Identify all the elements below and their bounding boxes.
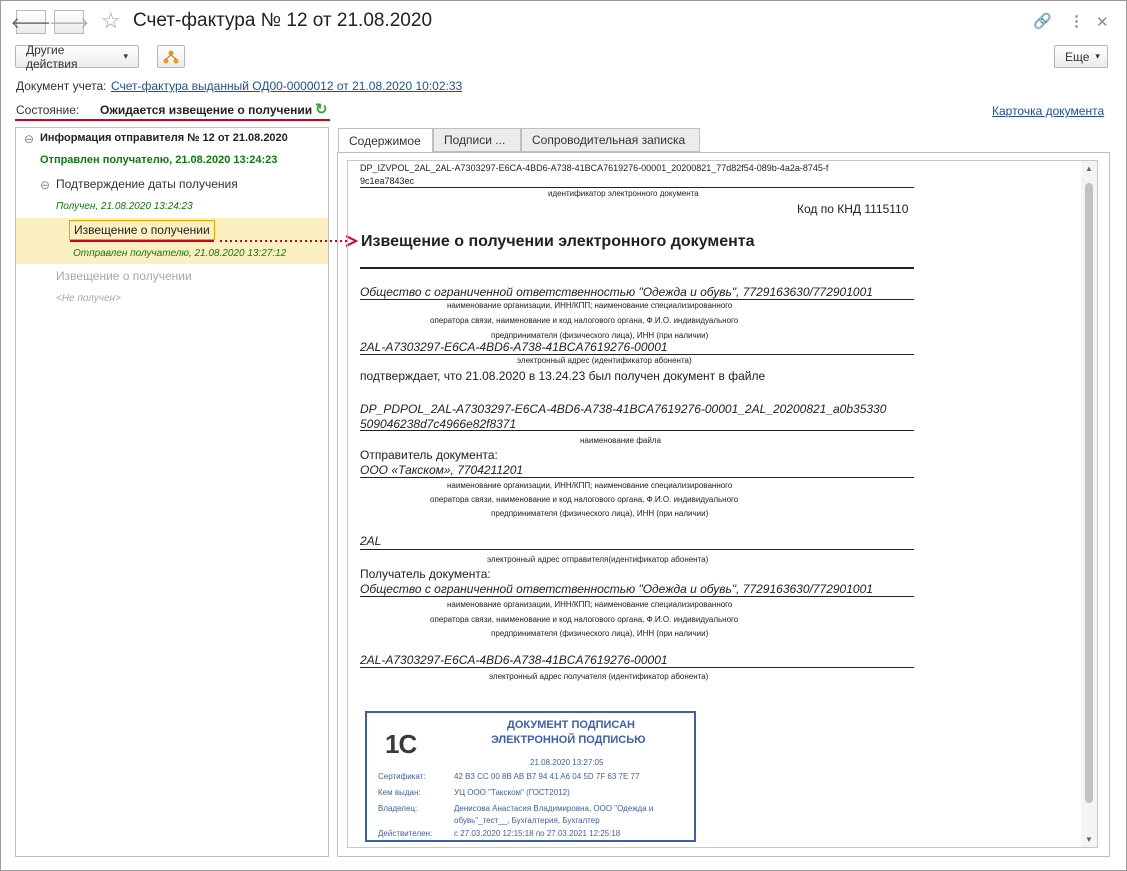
scroll-down-icon[interactable]: ▼ bbox=[1085, 835, 1093, 844]
recipient-caption-2: оператора связи, наименование и код нало… bbox=[430, 615, 739, 624]
file-name-1: DP_PDPOL_2AL-A7303297-E6CA-4BD6-A738-41B… bbox=[360, 402, 887, 416]
collapse-icon[interactable]: ⊖ bbox=[40, 178, 50, 192]
divider bbox=[360, 667, 914, 668]
tree-notice-selected-status: Отправлен получателю, 21.08.2020 13:27:1… bbox=[73, 248, 287, 259]
org-caption-2: оператора связи, наименование и код нало… bbox=[430, 316, 739, 325]
sender-label: Отправитель документа: bbox=[360, 448, 498, 462]
more-label: Еще bbox=[1065, 49, 1090, 64]
forward-arrow-icon: 🡒 bbox=[48, 14, 90, 32]
confirm-text: подтверждает, что 21.08.2020 в 13.24.23 … bbox=[360, 369, 766, 383]
stamp-valid: с 27.03.2020 12:15:18 по 27.03.2021 12:2… bbox=[454, 829, 621, 838]
recipient-address: 2AL-A7303297-E6CA-4BD6-A738-41BCA7619276… bbox=[360, 653, 668, 667]
divider bbox=[360, 299, 914, 300]
tree-notice-selected[interactable]: Извещение о получении bbox=[69, 220, 215, 240]
divider bbox=[360, 354, 914, 355]
divider bbox=[360, 549, 914, 550]
divider bbox=[360, 596, 914, 597]
back-button[interactable]: 🡐 bbox=[11, 10, 51, 34]
refresh-icon[interactable]: ↻ bbox=[315, 100, 328, 118]
file-id-1: DP_IZVPOL_2AL_2AL-A7303297-E6CA-4BD6-A73… bbox=[360, 163, 829, 173]
dropdown-arrow-icon: ▾ bbox=[123, 51, 128, 61]
stamp-cert: 42 B3 CC 00 8B AB B7 94 41 A6 04 5D 7F 6… bbox=[454, 772, 640, 781]
tab-signatures[interactable]: Подписи ... bbox=[433, 128, 521, 152]
stamp-owner-1: Денисова Анастасия Владимировна, ООО "Од… bbox=[454, 804, 654, 813]
forward-button[interactable]: 🡒 bbox=[49, 10, 89, 34]
sender-caption-1: наименование организации, ИНН/КПП; наиме… bbox=[447, 481, 733, 490]
sender-caption-2: оператора связи, наименование и код нало… bbox=[430, 495, 739, 504]
knd-code: Код по КНД 1115110 bbox=[797, 202, 909, 216]
document-scrollbar[interactable]: ▲ ▼ bbox=[1081, 161, 1097, 847]
recipient-caption-1: наименование организации, ИНН/КПП; наиме… bbox=[447, 600, 733, 609]
recipient-address-caption: электронный адрес получателя (идентифика… bbox=[489, 672, 709, 681]
tree-confirm[interactable]: Подтверждение даты получения bbox=[56, 177, 238, 191]
tree-root-status: Отправлен получателю, 21.08.2020 13:24:2… bbox=[40, 154, 278, 166]
1c-logo: 1С bbox=[385, 729, 417, 759]
state-underline bbox=[15, 119, 330, 121]
recipient-label: Получатель документа: bbox=[360, 567, 491, 581]
stamp-owner-2: обувь"_тест__, Бухгалтерия, Бухгалтер bbox=[454, 816, 600, 825]
sender-address: 2AL bbox=[360, 534, 382, 548]
window-title: Счет-фактура № 12 от 21.08.2020 bbox=[133, 10, 433, 31]
tab-cover-note[interactable]: Сопроводительная записка bbox=[521, 128, 700, 152]
org-address-caption: электронный адрес (идентификатор абонент… bbox=[517, 356, 692, 365]
stamp-valid-label: Действителен: bbox=[378, 829, 433, 838]
signature-stamp: 1С ДОКУМЕНТ ПОДПИСАН ЭЛЕКТРОННОЙ ПОДПИСЬ… bbox=[365, 711, 696, 842]
other-actions-button[interactable]: Другие действия ▾ bbox=[15, 42, 139, 71]
file-name-caption: наименование файла bbox=[580, 436, 661, 445]
link-icon[interactable]: 🔗 bbox=[1033, 12, 1052, 30]
notice-underline bbox=[70, 240, 214, 242]
tree-confirm-status: Получен, 21.08.2020 13:24:23 bbox=[56, 201, 193, 212]
org-caption-3: предпринимателя (физического лица), ИНН … bbox=[491, 331, 709, 340]
recipient-name: Общество с ограниченной ответственностью… bbox=[360, 582, 873, 596]
divider bbox=[360, 267, 914, 269]
org-name: Общество с ограниченной ответственностью… bbox=[360, 285, 873, 299]
sender-caption-3: предпринимателя (физического лица), ИНН … bbox=[491, 509, 709, 518]
sender-name: ООО «Такском», 7704211201 bbox=[360, 463, 524, 477]
close-icon[interactable]: ✕ bbox=[1096, 13, 1109, 31]
stamp-title-1: ДОКУМЕНТ ПОДПИСАН bbox=[507, 719, 635, 731]
scroll-up-icon[interactable]: ▲ bbox=[1085, 164, 1093, 173]
structure-icon bbox=[163, 50, 179, 63]
stamp-issuer: УЦ ООО "Такском" (ГОСТ2012) bbox=[454, 788, 570, 797]
stamp-owner-label: Владелец: bbox=[378, 804, 418, 813]
recipient-caption-3: предпринимателя (физического лица), ИНН … bbox=[491, 629, 709, 638]
divider bbox=[360, 477, 914, 478]
scrollbar-thumb[interactable] bbox=[1085, 183, 1093, 803]
divider bbox=[360, 430, 914, 431]
tree-root[interactable]: Информация отправителя № 12 от 21.08.202… bbox=[40, 132, 288, 144]
collapse-icon[interactable]: ⊖ bbox=[24, 132, 34, 146]
tab-content[interactable]: Содержимое bbox=[338, 128, 433, 153]
state-value: Ожидается извещение о получении bbox=[100, 103, 313, 117]
other-actions-label: Другие действия bbox=[26, 42, 78, 71]
file-name-2: 509046238d7c4966e82f8371 bbox=[360, 417, 517, 431]
tree-notice-pending[interactable]: Извещение о получении bbox=[56, 269, 192, 283]
org-address: 2AL-A7303297-E6CA-4BD6-A738-41BCA7619276… bbox=[360, 340, 668, 354]
more-vertical-icon[interactable]: ⋮ bbox=[1069, 12, 1084, 30]
document-view[interactable]: DP_IZVPOL_2AL_2AL-A7303297-E6CA-4BD6-A73… bbox=[347, 160, 1098, 848]
stamp-date: 21.08.2020 13:27:05 bbox=[530, 758, 604, 767]
structure-button[interactable] bbox=[157, 45, 185, 68]
star-icon[interactable]: ☆ bbox=[101, 8, 121, 34]
stamp-title-2: ЭЛЕКТРОННОЙ ПОДПИСЬЮ bbox=[491, 734, 646, 746]
divider bbox=[360, 187, 914, 188]
file-id-caption: идентификатор электронного документа bbox=[548, 189, 699, 198]
state-label: Состояние: bbox=[16, 103, 80, 117]
org-caption-1: наименование организации, ИНН/КПП; наиме… bbox=[447, 301, 733, 310]
document-heading: Извещение о получении электронного докум… bbox=[361, 233, 755, 250]
tree-notice-pending-status: <Не получен> bbox=[56, 293, 121, 304]
account-doc-label: Документ учета: bbox=[16, 79, 107, 93]
dropdown-arrow-icon: ▾ bbox=[1095, 51, 1100, 61]
document-card-link[interactable]: Карточка документа bbox=[992, 104, 1104, 118]
more-button[interactable]: Еще ▾ bbox=[1054, 45, 1108, 68]
file-id-2: 9c1ea7843ec bbox=[360, 176, 415, 186]
stamp-issuer-label: Кем выдан: bbox=[378, 788, 421, 797]
account-doc-link[interactable]: Счет-фактура выданный ОД00-0000012 от 21… bbox=[111, 79, 462, 93]
stamp-cert-label: Сертификат: bbox=[378, 772, 426, 781]
sender-address-caption: электронный адрес отправителя(идентифика… bbox=[487, 555, 709, 564]
back-arrow-icon: 🡐 bbox=[10, 14, 52, 32]
